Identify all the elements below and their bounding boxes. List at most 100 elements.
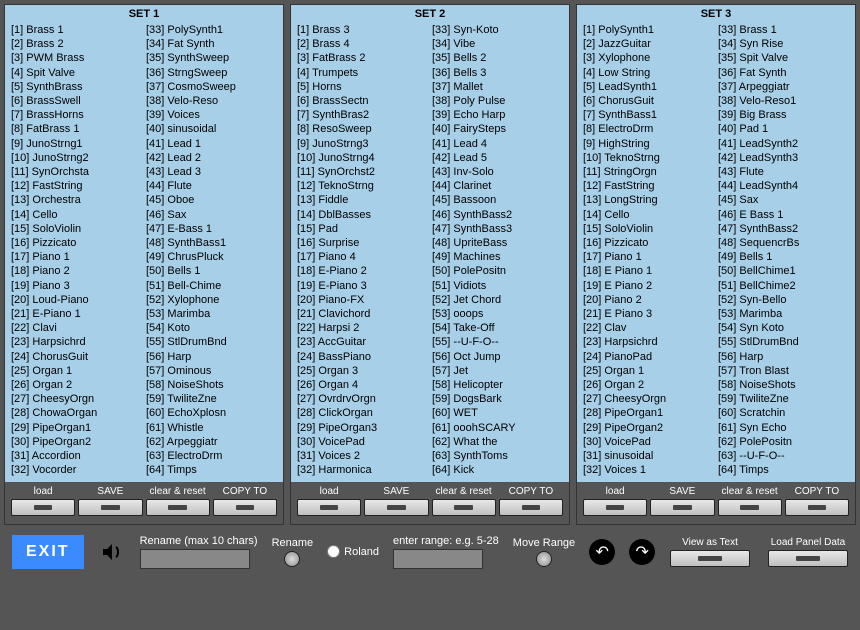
patch-item[interactable]: [46] Sax	[146, 208, 277, 222]
patch-item[interactable]: [21] Clavichord	[297, 307, 428, 321]
moverange-button[interactable]	[536, 551, 552, 567]
range-input[interactable]	[393, 549, 483, 569]
patch-item[interactable]: [53] Marimba	[718, 307, 849, 321]
patch-item[interactable]: [35] Spit Valve	[718, 51, 849, 65]
patch-item[interactable]: [10] JunoStrng4	[297, 151, 428, 165]
patch-item[interactable]: [49] ChrusPluck	[146, 250, 277, 264]
patch-item[interactable]: [57] Tron Blast	[718, 364, 849, 378]
patch-item[interactable]: [9] HighString	[583, 137, 714, 151]
patch-item[interactable]: [29] PipeOrgan2	[583, 421, 714, 435]
patch-item[interactable]: [38] Poly Pulse	[432, 94, 563, 108]
patch-item[interactable]: [11] StringOrgn	[583, 165, 714, 179]
patch-item[interactable]: [23] AccGuitar	[297, 335, 428, 349]
rename-button[interactable]	[284, 551, 300, 567]
roland-radio[interactable]: Roland	[327, 545, 379, 558]
load-button[interactable]	[297, 499, 361, 516]
patch-item[interactable]: [29] PipeOrgan3	[297, 421, 428, 435]
patch-item[interactable]: [20] Loud-Piano	[11, 293, 142, 307]
patch-item[interactable]: [19] E-Piano 3	[297, 279, 428, 293]
patch-item[interactable]: [21] E-Piano 1	[11, 307, 142, 321]
patch-item[interactable]: [35] Bells 2	[432, 51, 563, 65]
patch-item[interactable]: [11] SynOrchst2	[297, 165, 428, 179]
speaker-icon[interactable]	[98, 540, 126, 564]
patch-item[interactable]: [12] TeknoStrng	[297, 179, 428, 193]
patch-item[interactable]: [12] FastString	[583, 179, 714, 193]
patch-item[interactable]: [42] LeadSynth3	[718, 151, 849, 165]
patch-item[interactable]: [45] Sax	[718, 193, 849, 207]
patch-item[interactable]: [16] Pizzicato	[583, 236, 714, 250]
patch-item[interactable]: [17] Piano 1	[11, 250, 142, 264]
patch-item[interactable]: [30] VoicePad	[297, 435, 428, 449]
copyto-button[interactable]	[213, 499, 277, 516]
save-button[interactable]	[650, 499, 714, 516]
patch-item[interactable]: [49] Machines	[432, 250, 563, 264]
patch-item[interactable]: [30] VoicePad	[583, 435, 714, 449]
patch-item[interactable]: [49] Bells 1	[718, 250, 849, 264]
patch-item[interactable]: [11] SynOrchsta	[11, 165, 142, 179]
patch-item[interactable]: [50] BellChime1	[718, 264, 849, 278]
patch-item[interactable]: [6] BrassSectn	[297, 94, 428, 108]
patch-item[interactable]: [47] E-Bass 1	[146, 222, 277, 236]
patch-item[interactable]: [60] WET	[432, 406, 563, 420]
patch-item[interactable]: [43] Flute	[718, 165, 849, 179]
patch-item[interactable]: [64] Timps	[146, 463, 277, 477]
patch-item[interactable]: [57] Ominous	[146, 364, 277, 378]
patch-item[interactable]: [43] Lead 3	[146, 165, 277, 179]
patch-item[interactable]: [64] Kick	[432, 463, 563, 477]
patch-item[interactable]: [12] FastString	[11, 179, 142, 193]
patch-item[interactable]: [64] Timps	[718, 463, 849, 477]
patch-item[interactable]: [42] Lead 2	[146, 151, 277, 165]
patch-item[interactable]: [7] BrassHorns	[11, 108, 142, 122]
patch-item[interactable]: [10] TeknoStrng	[583, 151, 714, 165]
patch-item[interactable]: [63] SynthToms	[432, 449, 563, 463]
patch-item[interactable]: [25] Organ 1	[583, 364, 714, 378]
patch-item[interactable]: [57] Jet	[432, 364, 563, 378]
patch-item[interactable]: [43] Inv-Solo	[432, 165, 563, 179]
patch-item[interactable]: [7] SynthBass1	[583, 108, 714, 122]
patch-item[interactable]: [4] Spit Valve	[11, 66, 142, 80]
patch-item[interactable]: [6] BrassSwell	[11, 94, 142, 108]
patch-item[interactable]: [63] --U-F-O--	[718, 449, 849, 463]
patch-item[interactable]: [41] LeadSynth2	[718, 137, 849, 151]
patch-item[interactable]: [39] Big Brass	[718, 108, 849, 122]
patch-item[interactable]: [63] ElectroDrm	[146, 449, 277, 463]
patch-item[interactable]: [51] BellChime2	[718, 279, 849, 293]
patch-item[interactable]: [2] JazzGuitar	[583, 37, 714, 51]
patch-item[interactable]: [53] ooops	[432, 307, 563, 321]
patch-item[interactable]: [54] Syn Koto	[718, 321, 849, 335]
patch-item[interactable]: [39] Echo Harp	[432, 108, 563, 122]
save-button[interactable]	[364, 499, 428, 516]
patch-item[interactable]: [18] E Piano 1	[583, 264, 714, 278]
loadpanel-button[interactable]	[768, 550, 848, 567]
patch-item[interactable]: [17] Piano 1	[583, 250, 714, 264]
patch-item[interactable]: [56] Harp	[146, 350, 277, 364]
patch-item[interactable]: [48] UpriteBass	[432, 236, 563, 250]
patch-item[interactable]: [18] E-Piano 2	[297, 264, 428, 278]
patch-item[interactable]: [21] E Piano 3	[583, 307, 714, 321]
patch-item[interactable]: [38] Velo-Reso	[146, 94, 277, 108]
patch-item[interactable]: [32] Voices 1	[583, 463, 714, 477]
patch-item[interactable]: [36] Bells 3	[432, 66, 563, 80]
patch-item[interactable]: [27] CheesyOrgn	[583, 392, 714, 406]
patch-item[interactable]: [28] ClickOrgan	[297, 406, 428, 420]
patch-item[interactable]: [50] PolePositn	[432, 264, 563, 278]
patch-item[interactable]: [24] BassPiano	[297, 350, 428, 364]
patch-item[interactable]: [8] ResoSweep	[297, 122, 428, 136]
patch-item[interactable]: [17] Piano 4	[297, 250, 428, 264]
patch-item[interactable]: [4] Low String	[583, 66, 714, 80]
patch-item[interactable]: [19] Piano 3	[11, 279, 142, 293]
patch-item[interactable]: [52] Jet Chord	[432, 293, 563, 307]
patch-item[interactable]: [44] Clarinet	[432, 179, 563, 193]
patch-item[interactable]: [38] Velo-Reso1	[718, 94, 849, 108]
patch-item[interactable]: [60] Scratchin	[718, 406, 849, 420]
redo-icon[interactable]: ↷	[629, 539, 655, 565]
patch-item[interactable]: [20] Piano-FX	[297, 293, 428, 307]
patch-item[interactable]: [26] Organ 2	[11, 378, 142, 392]
patch-item[interactable]: [40] sinusoidal	[146, 122, 277, 136]
patch-item[interactable]: [30] PipeOrgan2	[11, 435, 142, 449]
rename-input[interactable]	[140, 549, 250, 569]
patch-item[interactable]: [23] Harpsichrd	[583, 335, 714, 349]
patch-item[interactable]: [45] Oboe	[146, 193, 277, 207]
patch-item[interactable]: [15] SoloViolin	[11, 222, 142, 236]
patch-item[interactable]: [1] Brass 3	[297, 23, 428, 37]
